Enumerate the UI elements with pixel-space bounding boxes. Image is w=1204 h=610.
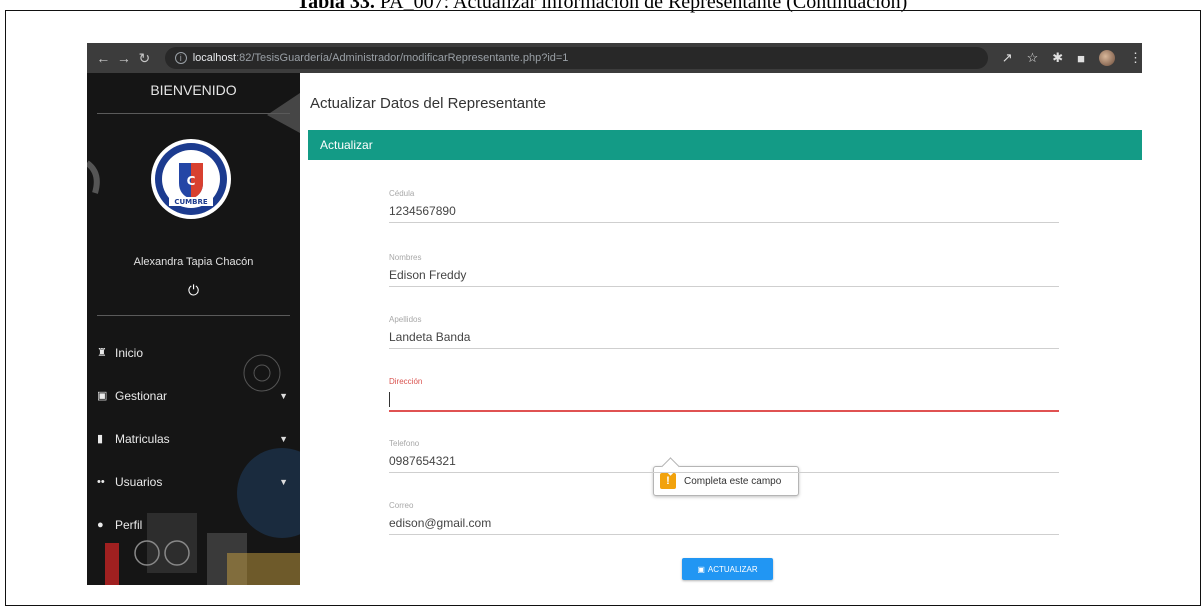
- sidebar-item-label: Usuarios: [115, 474, 163, 489]
- power-icon[interactable]: ⏻: [87, 282, 300, 299]
- svg-text:CUMBRE: CUMBRE: [174, 198, 208, 206]
- caret-down-icon: ▼: [279, 433, 288, 444]
- main-content: Actualizar Datos del Representante Actua…: [300, 73, 1142, 585]
- field-label: Cédula: [389, 189, 415, 198]
- user-icon: ●: [97, 518, 104, 531]
- field-input[interactable]: Landeta Banda: [389, 330, 1059, 349]
- page-title: Actualizar Datos del Representante: [310, 95, 546, 112]
- sidebar-item-label: Perfil: [115, 517, 143, 532]
- correo-field[interactable]: Correo edison@gmail.com: [389, 501, 1059, 535]
- field-label: Telefono: [389, 439, 420, 448]
- sidebar: BIENVENIDO C CUMBRE Alexandra Tapia Chac…: [87, 73, 300, 585]
- field-input[interactable]: Edison Freddy: [389, 268, 1059, 287]
- school-logo: C CUMBRE: [151, 139, 231, 219]
- direccion-field[interactable]: Dirección: [389, 377, 1059, 412]
- field-input[interactable]: edison@gmail.com: [389, 516, 1059, 535]
- home-icon: ♜: [97, 347, 107, 359]
- menu-dots-icon[interactable]: ⋮: [1129, 50, 1142, 66]
- back-icon[interactable]: ←: [93, 50, 114, 66]
- sidebar-divider: [97, 113, 290, 114]
- forward-icon[interactable]: →: [114, 50, 135, 66]
- cedula-field[interactable]: Cédula 1234567890: [389, 189, 1059, 223]
- sidebar-item-label: Gestionar: [115, 388, 168, 403]
- field-input[interactable]: [389, 392, 1059, 412]
- button-label: ACTUALIZAR: [707, 564, 758, 574]
- browser-toolbar: ← → ↻ i localhost:82/TesisGuardería/Admi…: [87, 43, 1142, 73]
- nombres-field[interactable]: Nombres Edison Freddy: [389, 253, 1059, 287]
- field-label: Nombres: [389, 253, 422, 262]
- save-icon: ▣: [697, 564, 705, 574]
- field-label: Apellidos: [389, 315, 422, 324]
- users-icon: ••: [97, 475, 105, 488]
- sidebar-item-inicio[interactable]: ♜ Inicio: [87, 331, 300, 374]
- book-icon: ▮: [97, 433, 104, 445]
- svg-text:C: C: [187, 174, 196, 188]
- share-icon[interactable]: ↗: [1002, 50, 1013, 66]
- apellidos-field[interactable]: Apellidos Landeta Banda: [389, 315, 1059, 349]
- tooltip-text: Completa este campo: [684, 475, 782, 487]
- sidebar-item-perfil[interactable]: ● Perfil: [87, 503, 300, 546]
- field-input[interactable]: 0987654321: [389, 454, 1059, 473]
- caret-down-icon: ▼: [279, 390, 288, 401]
- telefono-field[interactable]: Telefono 0987654321: [389, 439, 1059, 473]
- profile-avatar[interactable]: [1099, 50, 1116, 66]
- briefcase-icon: ▣: [97, 390, 108, 402]
- reload-icon[interactable]: ↻: [134, 50, 155, 67]
- field-label: Correo: [389, 501, 414, 510]
- extensions-icon[interactable]: ✱: [1052, 50, 1063, 66]
- sidebar-item-matriculas[interactable]: ▮ Matriculas ▼: [87, 417, 300, 460]
- text-cursor: [389, 392, 390, 407]
- info-icon[interactable]: i: [174, 52, 187, 64]
- sidebar-item-usuarios[interactable]: •• Usuarios ▼: [87, 460, 300, 503]
- screenshot: ← → ↻ i localhost:82/TesisGuardería/Admi…: [87, 43, 1142, 585]
- sidebar-item-gestionar[interactable]: ▣ Gestionar ▼: [87, 374, 300, 417]
- actualizar-button[interactable]: ▣ ACTUALIZAR: [682, 558, 773, 580]
- url-path: :82/TesisGuardería/Administrador/modific…: [236, 52, 569, 64]
- url-host: localhost: [192, 52, 237, 64]
- panel-header: Actualizar: [308, 130, 1142, 160]
- sidebar-menu: ♜ Inicio ▣ Gestionar ▼ ▮ Matriculas ▼ ••…: [87, 331, 300, 546]
- field-input[interactable]: 1234567890: [389, 204, 1059, 223]
- caret-down-icon: ▼: [279, 476, 288, 487]
- warning-icon: !: [660, 473, 676, 489]
- star-icon[interactable]: ☆: [1027, 50, 1039, 66]
- user-name: Alexandra Tapia Chacón: [133, 256, 254, 268]
- sidebar-item-label: Inicio: [115, 345, 144, 360]
- window-icon[interactable]: ■: [1077, 51, 1085, 66]
- sidebar-item-label: Matriculas: [115, 431, 170, 446]
- sidebar-divider: [97, 315, 290, 316]
- field-label: Dirección: [389, 377, 423, 386]
- sidebar-title: BIENVENIDO: [150, 82, 237, 98]
- address-bar[interactable]: i localhost:82/TesisGuardería/Administra…: [164, 47, 988, 69]
